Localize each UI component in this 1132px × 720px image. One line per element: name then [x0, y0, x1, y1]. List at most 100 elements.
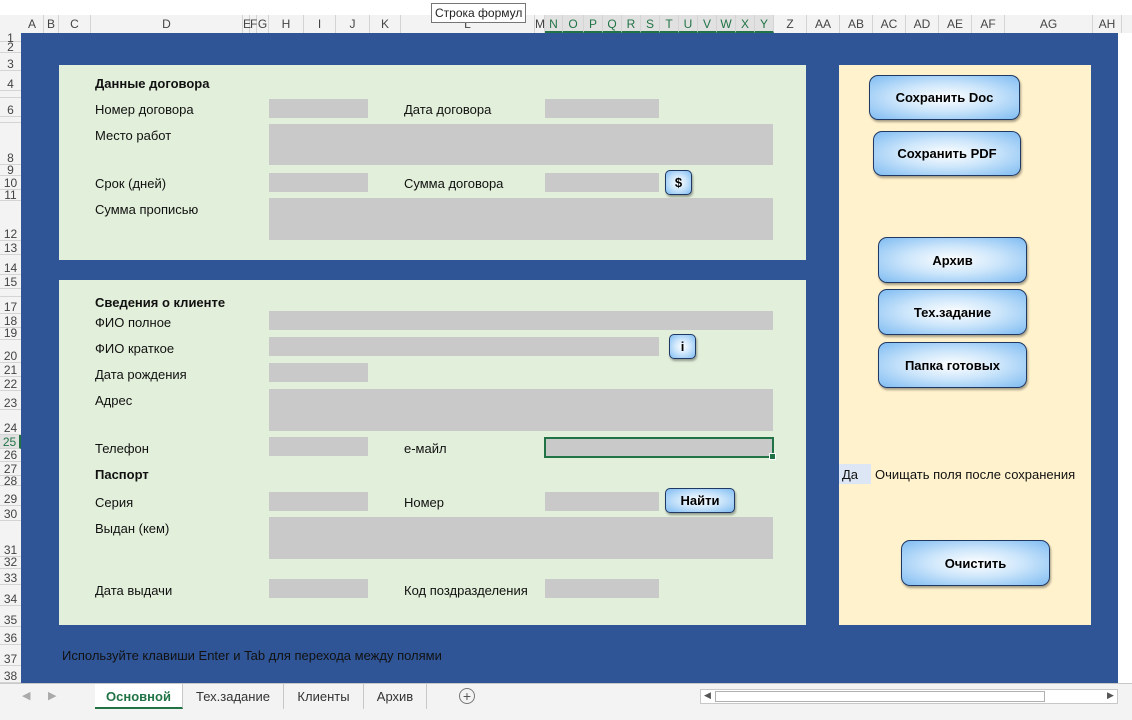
row-header-34[interactable]: 34: [0, 585, 21, 606]
passport-number-field[interactable]: [545, 492, 659, 511]
row-header-9[interactable]: 9: [0, 164, 21, 176]
next-sheet-icon[interactable]: ▶: [48, 689, 56, 702]
row-header-12[interactable]: 12: [0, 201, 21, 241]
tech-task-button[interactable]: Тех.задание: [878, 289, 1027, 335]
contract-number-field[interactable]: [269, 99, 368, 118]
row-header-37[interactable]: 37: [0, 645, 21, 666]
term-field[interactable]: [269, 173, 368, 192]
column-header-Y[interactable]: Y: [755, 15, 774, 33]
row-header-33[interactable]: 33: [0, 569, 21, 585]
row-header-3[interactable]: 3: [0, 53, 21, 71]
scrollbar-thumb[interactable]: [715, 691, 1045, 702]
column-header-AB[interactable]: AB: [840, 15, 873, 33]
address-field[interactable]: [269, 389, 773, 431]
column-header-N[interactable]: N: [545, 15, 563, 33]
row-header-29[interactable]: 29: [0, 486, 21, 506]
row-header-2[interactable]: 2: [0, 41, 21, 53]
find-button[interactable]: Найти: [665, 488, 735, 513]
row-header-6[interactable]: 6: [0, 98, 21, 117]
column-header-O[interactable]: O: [563, 15, 584, 33]
column-header-H[interactable]: H: [269, 15, 304, 33]
scroll-left-icon[interactable]: ◀: [704, 690, 711, 701]
column-header-M[interactable]: M: [535, 15, 545, 33]
currency-button[interactable]: $: [665, 170, 692, 195]
row-header-36[interactable]: 36: [0, 627, 21, 645]
column-header-A[interactable]: A: [21, 15, 44, 33]
column-header-E[interactable]: E: [243, 15, 251, 33]
row-header-35[interactable]: 35: [0, 606, 21, 627]
row-header-19[interactable]: 19: [0, 327, 21, 340]
add-sheet-icon[interactable]: +: [459, 688, 475, 704]
column-header-J[interactable]: J: [336, 15, 370, 33]
issued-by-field[interactable]: [269, 517, 773, 559]
row-header-38[interactable]: 38: [0, 666, 21, 683]
info-button[interactable]: i: [669, 334, 696, 359]
tab-tech-task[interactable]: Тех.задание: [183, 684, 284, 709]
row-header-22[interactable]: 22: [0, 377, 21, 391]
column-header-B[interactable]: B: [44, 15, 59, 33]
row-header-5[interactable]: [0, 91, 21, 98]
column-header-AF[interactable]: AF: [972, 15, 1005, 33]
tab-main[interactable]: Основной: [95, 684, 183, 709]
row-header-25[interactable]: 25: [0, 435, 21, 449]
row-header-8[interactable]: 8: [0, 123, 21, 165]
column-header-Q[interactable]: Q: [603, 15, 622, 33]
column-header-AD[interactable]: AD: [906, 15, 939, 33]
column-header-AH[interactable]: AH: [1093, 15, 1122, 33]
prev-sheet-icon[interactable]: ◀: [22, 689, 30, 702]
column-header-G[interactable]: G: [257, 15, 269, 33]
row-header-15[interactable]: 15: [0, 275, 21, 289]
column-header-I[interactable]: I: [304, 15, 336, 33]
work-place-field[interactable]: [269, 124, 773, 165]
column-header-U[interactable]: U: [679, 15, 698, 33]
row-header-24[interactable]: 24: [0, 410, 21, 435]
column-header-X[interactable]: X: [736, 15, 755, 33]
birth-date-field[interactable]: [269, 363, 368, 382]
row-header-32[interactable]: 32: [0, 556, 21, 569]
save-doc-button[interactable]: Сохранить Doc: [869, 75, 1020, 120]
issue-date-field[interactable]: [269, 579, 368, 598]
passport-series-field[interactable]: [269, 492, 368, 511]
scroll-right-icon[interactable]: ▶: [1107, 690, 1114, 701]
column-header-AA[interactable]: AA: [807, 15, 840, 33]
column-header-D[interactable]: D: [91, 15, 243, 33]
ready-folder-button[interactable]: Папка готовых: [878, 342, 1027, 388]
contract-date-field[interactable]: [545, 99, 659, 118]
full-name-field[interactable]: [269, 311, 773, 330]
row-header-28[interactable]: 28: [0, 475, 21, 487]
row-header-17[interactable]: 17: [0, 297, 21, 314]
column-header-W[interactable]: W: [717, 15, 736, 33]
horizontal-scrollbar[interactable]: ◀ ▶: [700, 689, 1118, 704]
email-field[interactable]: [544, 437, 776, 460]
column-header-V[interactable]: V: [698, 15, 717, 33]
row-header-14[interactable]: 14: [0, 255, 21, 275]
row-header-21[interactable]: 21: [0, 363, 21, 377]
column-header-F[interactable]: F: [250, 15, 257, 33]
contract-sum-field[interactable]: [545, 173, 659, 192]
row-header-30[interactable]: 30: [0, 506, 21, 521]
short-name-field[interactable]: [269, 337, 659, 356]
save-pdf-button[interactable]: Сохранить PDF: [873, 131, 1021, 176]
clear-button[interactable]: Очистить: [901, 540, 1050, 586]
row-header-23[interactable]: 23: [0, 391, 21, 410]
column-header-P[interactable]: P: [584, 15, 603, 33]
column-header-S[interactable]: S: [641, 15, 660, 33]
row-header-26[interactable]: 26: [0, 449, 21, 462]
row-header-4[interactable]: 4: [0, 71, 21, 91]
column-header-AG[interactable]: AG: [1005, 15, 1093, 33]
column-header-Z[interactable]: Z: [774, 15, 807, 33]
tab-archive[interactable]: Архив: [364, 684, 427, 709]
row-header-31[interactable]: 31: [0, 521, 21, 557]
column-header-R[interactable]: R: [622, 15, 641, 33]
column-header-AC[interactable]: AC: [873, 15, 906, 33]
row-header-11[interactable]: 11: [0, 189, 21, 201]
column-header-AE[interactable]: AE: [939, 15, 972, 33]
column-header-T[interactable]: T: [660, 15, 679, 33]
column-header-C[interactable]: C: [59, 15, 91, 33]
column-header-K[interactable]: K: [370, 15, 401, 33]
row-header-16[interactable]: [0, 289, 21, 297]
tab-clients[interactable]: Клиенты: [284, 684, 364, 709]
archive-button[interactable]: Архив: [878, 237, 1027, 283]
row-header-20[interactable]: 20: [0, 340, 21, 363]
row-header-13[interactable]: 13: [0, 241, 21, 255]
